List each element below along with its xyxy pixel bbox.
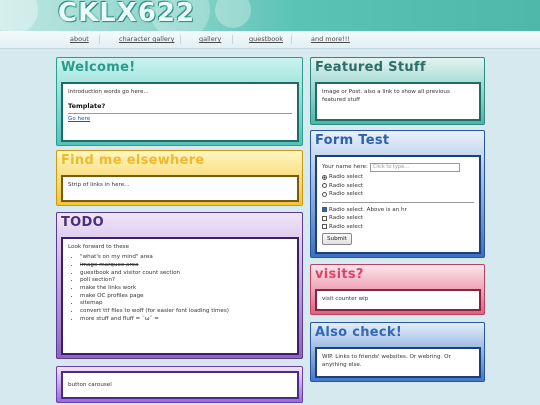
radio-label: Radio select <box>329 191 364 198</box>
form-content: Your name here: Click to type... Radio s… <box>315 155 481 254</box>
todo-item: make the links work <box>80 285 292 293</box>
also-check-content: WIP. Links to friends' websites. Or webr… <box>315 347 481 378</box>
template-label: Template? <box>68 102 106 111</box>
checkbox-label: Radio select <box>329 215 364 222</box>
visits-content: visit counter wip <box>315 289 481 311</box>
welcome-heading: Welcome! <box>61 60 136 75</box>
form-test-panel: Form Test Your name here: Click to type.… <box>310 130 485 258</box>
todo-item: sitemap <box>80 300 292 308</box>
go-here-link[interactable]: Go here <box>68 116 90 122</box>
carousel-text: button carousel <box>68 382 112 388</box>
featured-heading: Featured Stuff <box>315 60 426 75</box>
radio-label: Radio select <box>329 174 364 181</box>
checkbox[interactable] <box>322 215 327 221</box>
also-check-text: WIP. Links to friends' websites. Or webr… <box>322 354 451 369</box>
find-me-heading: Find me elsewhere <box>61 153 205 168</box>
todo-item: more stuff and fluff = ˘ω˘ = <box>80 316 292 324</box>
featured-text: Image or Post. also a link to show all p… <box>322 89 450 104</box>
nav-separator <box>180 35 181 44</box>
carousel-panel: button carousel <box>56 366 303 403</box>
carousel-content: button carousel <box>61 371 299 399</box>
checkbox[interactable] <box>322 224 327 230</box>
checkbox[interactable] <box>322 207 327 213</box>
radio-button[interactable] <box>322 191 327 197</box>
radio-button[interactable] <box>322 174 327 180</box>
radio-label: Radio select <box>329 182 364 189</box>
todo-list: "what's on my mind" area image marquee a… <box>68 254 292 323</box>
todo-item: image marquee area <box>80 262 292 270</box>
form-heading: Form Test <box>315 133 390 148</box>
nav-separator <box>232 35 233 44</box>
name-label: Your name here: <box>322 164 368 171</box>
top-nav: about character gallery gallery guestboo… <box>0 31 540 49</box>
site-title: CKLX622 <box>58 0 196 28</box>
welcome-content: Introduction words go here... Template? … <box>61 82 299 142</box>
divider <box>322 201 474 203</box>
todo-panel: TODO Look forward to these "what's on my… <box>56 212 303 359</box>
banner-decoration <box>0 0 38 31</box>
nav-link-guestbook[interactable]: guestbook <box>249 35 283 43</box>
submit-button[interactable]: Submit <box>322 233 352 246</box>
divider <box>68 112 292 114</box>
checkbox-label: Radio select. Above is an hr <box>329 206 407 213</box>
todo-item: poll section? <box>80 277 292 285</box>
also-check-panel: Also check! WIP. Links to friends' websi… <box>310 322 485 382</box>
todo-item: make OC profiles page <box>80 293 292 301</box>
welcome-intro: Introduction words go here... <box>68 89 149 95</box>
find-me-content: Strip of links in here... <box>61 175 299 202</box>
banner-decoration <box>215 0 251 28</box>
todo-item: "what's on my mind" area <box>80 254 292 262</box>
nav-separator <box>99 35 100 44</box>
name-input[interactable]: Click to type... <box>369 163 460 172</box>
featured-content: Image or Post. also a link to show all p… <box>315 82 481 121</box>
radio-button[interactable] <box>322 183 327 189</box>
featured-panel: Featured Stuff Image or Post. also a lin… <box>310 57 485 125</box>
welcome-panel: Welcome! Introduction words go here... T… <box>56 57 303 146</box>
nav-link-about[interactable]: about <box>70 35 89 43</box>
nav-link-gallery[interactable]: gallery <box>199 35 221 43</box>
todo-item: convert ttf files to woff (for easier fo… <box>80 308 292 316</box>
visits-heading: visits? <box>315 267 364 282</box>
find-me-panel: Find me elsewhere Strip of links in here… <box>56 150 303 206</box>
todo-heading: TODO <box>61 215 104 230</box>
visits-panel: visits? visit counter wip <box>310 264 485 315</box>
todo-content: Look forward to these "what's on my mind… <box>61 237 299 355</box>
find-me-text: Strip of links in here... <box>68 182 130 188</box>
also-check-heading: Also check! <box>315 325 403 340</box>
checkbox-label: Radio select <box>329 223 364 230</box>
nav-link-character-gallery[interactable]: character gallery <box>119 35 174 43</box>
nav-link-and-more[interactable]: and more!!! <box>311 35 350 43</box>
nav-separator <box>291 35 292 44</box>
site-banner: CKLX622 <box>0 0 540 31</box>
visits-text: visit counter wip <box>322 296 369 302</box>
todo-item: guestbook and visitor count section <box>80 270 292 278</box>
todo-intro: Look forward to these <box>68 244 130 250</box>
